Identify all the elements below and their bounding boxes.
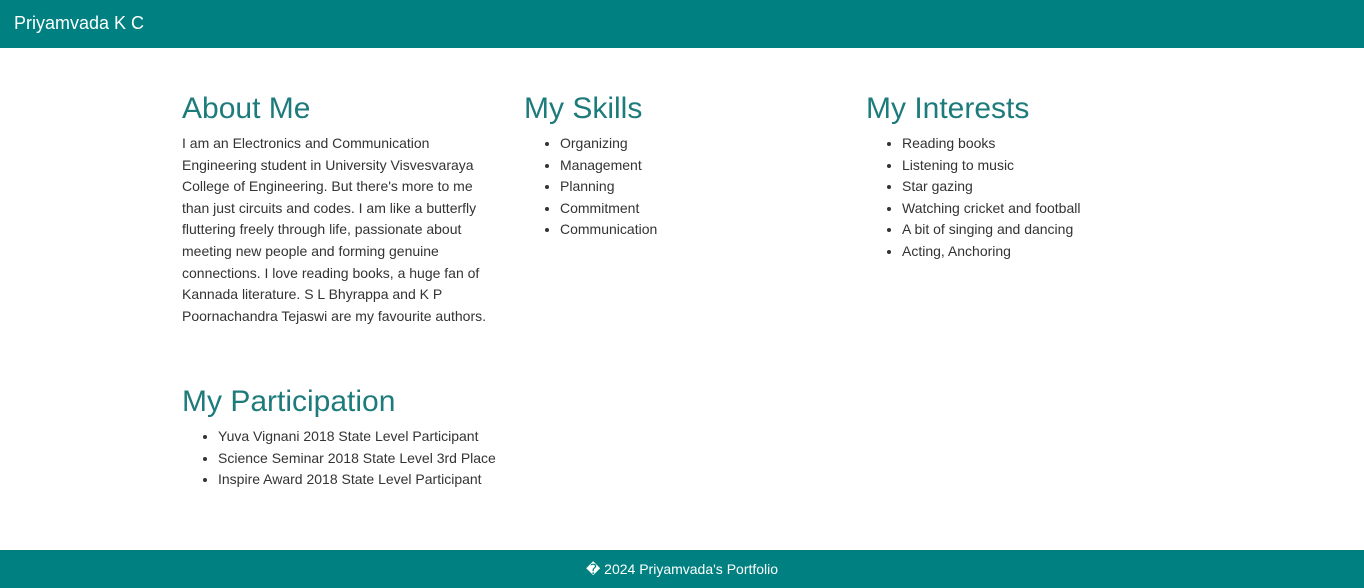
skill-item: Communication (560, 219, 844, 241)
participation-item: Inspire Award 2018 State Level Participa… (218, 469, 582, 491)
skills-heading: My Skills (524, 92, 643, 125)
skill-item: Organizing (560, 133, 844, 155)
about-text: I am an Electronics and Communication En… (182, 135, 487, 324)
brand-link[interactable]: Priyamvada K C (14, 12, 144, 34)
navbar: Priyamvada K C (0, 0, 1364, 48)
participation-section: My Participation Yuva Vignani 2018 State… (182, 385, 582, 491)
participation-item: Science Seminar 2018 State Level 3rd Pla… (218, 448, 582, 470)
interest-item: Reading books (902, 133, 1186, 155)
skill-item: Commitment (560, 198, 844, 220)
footer-text: � 2024 Priyamvada's Portfolio (585, 561, 779, 577)
about-heading: About Me (182, 92, 311, 125)
footer: � 2024 Priyamvada's Portfolio (0, 550, 1364, 588)
interest-item: Listening to music (902, 155, 1186, 177)
about-section: About Me I am an Electronics and Communi… (182, 92, 502, 327)
skill-item: Management (560, 155, 844, 177)
skills-list: Organizing Management Planning Commitmen… (524, 133, 844, 241)
skill-item: Planning (560, 176, 844, 198)
interests-list: Reading books Listening to music Star ga… (866, 133, 1186, 263)
participation-item: Yuva Vignani 2018 State Level Participan… (218, 426, 582, 448)
participation-list: Yuva Vignani 2018 State Level Participan… (182, 426, 582, 491)
interest-item: Watching cricket and football (902, 198, 1186, 220)
interest-item: Star gazing (902, 176, 1186, 198)
interests-section: My Interests Reading books Listening to … (866, 92, 1186, 263)
interests-heading: My Interests (866, 92, 1030, 125)
skills-section: My Skills Organizing Management Planning… (524, 92, 844, 241)
interest-item: Acting, Anchoring (902, 241, 1186, 263)
interest-item: A bit of singing and dancing (902, 219, 1186, 241)
participation-heading: My Participation (182, 385, 396, 418)
